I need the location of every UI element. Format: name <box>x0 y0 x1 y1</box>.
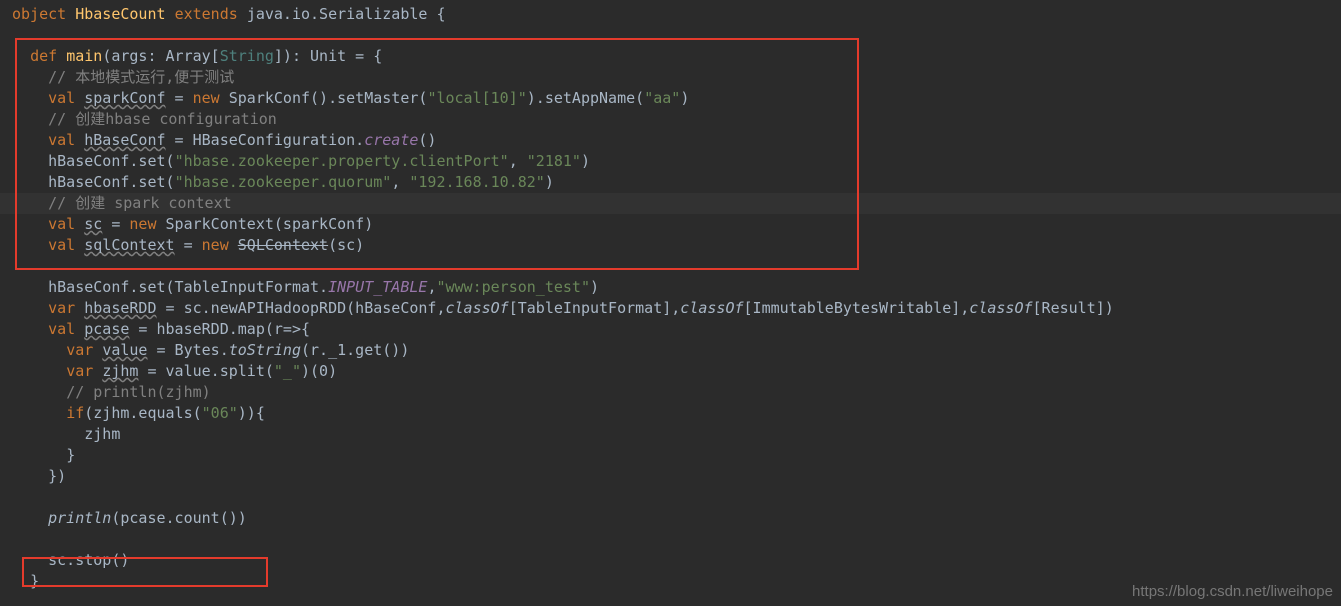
code-line: val pcase = hbaseRDD.map(r=>{ <box>12 319 1341 340</box>
code-line: // 本地模式运行,便于测试 <box>12 67 1341 88</box>
code-line: var zjhm = value.split("_")(0) <box>12 361 1341 382</box>
code-line: zjhm <box>12 424 1341 445</box>
code-line: println(pcase.count()) <box>12 508 1341 529</box>
code-line: // 创建 spark context <box>12 193 1341 214</box>
code-line: // println(zjhm) <box>12 382 1341 403</box>
watermark-text: https://blog.csdn.net/liweihope <box>1132 581 1333 602</box>
code-line: } <box>12 445 1341 466</box>
code-line <box>12 529 1341 550</box>
code-line: def main(args: Array[String]): Unit = { <box>12 46 1341 67</box>
code-line <box>12 25 1341 46</box>
code-line: hBaseConf.set(TableInputFormat.INPUT_TAB… <box>12 277 1341 298</box>
code-line: val hBaseConf = HBaseConfiguration.creat… <box>12 130 1341 151</box>
code-line: // 创建hbase configuration <box>12 109 1341 130</box>
code-line: object HbaseCount extends java.io.Serial… <box>12 4 1341 25</box>
code-line: hBaseConf.set("hbase.zookeeper.quorum", … <box>12 172 1341 193</box>
code-line: var hbaseRDD = sc.newAPIHadoopRDD(hBaseC… <box>12 298 1341 319</box>
code-line: var value = Bytes.toString(r._1.get()) <box>12 340 1341 361</box>
code-line: if(zjhm.equals("06")){ <box>12 403 1341 424</box>
code-line: }) <box>12 466 1341 487</box>
code-line: val sc = new SparkContext(sparkConf) <box>12 214 1341 235</box>
code-editor[interactable]: object HbaseCount extends java.io.Serial… <box>0 0 1341 592</box>
code-line <box>12 256 1341 277</box>
code-line: hBaseConf.set("hbase.zookeeper.property.… <box>12 151 1341 172</box>
code-line: val sqlContext = new SQLContext(sc) <box>12 235 1341 256</box>
code-line <box>12 487 1341 508</box>
code-line: val sparkConf = new SparkConf().setMaste… <box>12 88 1341 109</box>
code-line: sc.stop() <box>12 550 1341 571</box>
